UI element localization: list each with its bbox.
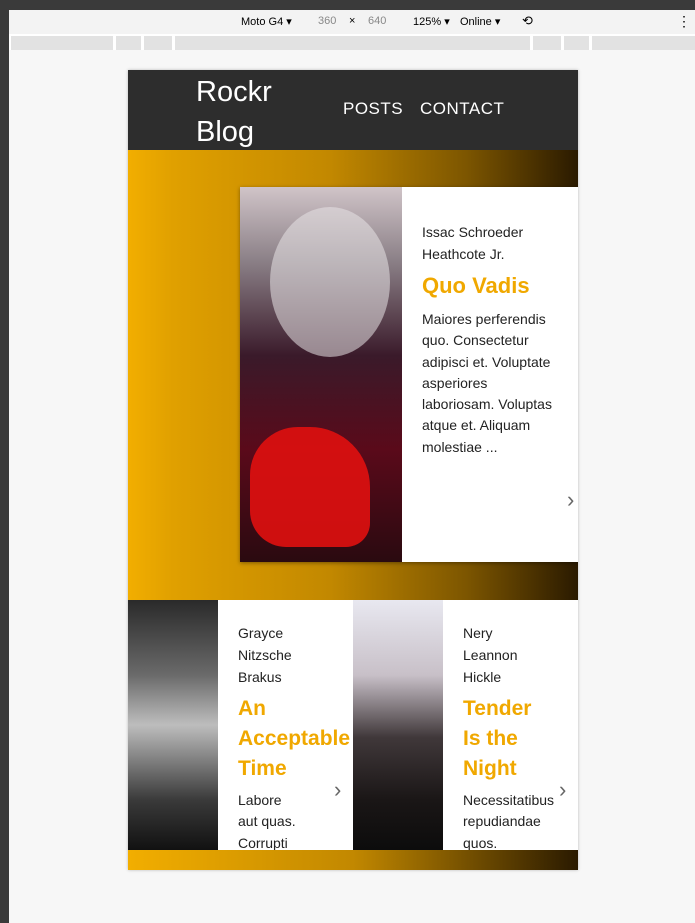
site-logo[interactable]: Rockr Blog <box>196 72 272 152</box>
zoom-value: 125% <box>413 16 442 28</box>
more-vert-icon[interactable]: ⋮ <box>677 13 691 30</box>
post-list: Grayce Nitzsche Brakus An Acceptable Tim… <box>128 600 578 850</box>
featured-section: Issac Schroeder Heathcote Jr. Quo Vadis … <box>128 150 578 600</box>
excerpt-line: Corrupti <box>238 834 288 850</box>
top-frame <box>9 0 695 10</box>
author-line: Heathcote Jr. <box>422 246 505 262</box>
window-frame <box>0 0 9 923</box>
media-query-segment[interactable] <box>144 36 172 50</box>
device-toolbar: Moto G4 ▾ 360 × 640 125% ▾ Online ▾ ⟲ ⋮ <box>9 10 695 50</box>
media-query-segment[interactable] <box>592 36 695 50</box>
post-author: Grayce Nitzsche Brakus <box>238 622 353 688</box>
media-query-segment[interactable] <box>564 36 589 50</box>
post-text: Grayce Nitzsche Brakus An Acceptable Tim… <box>238 622 353 850</box>
excerpt-line: quos. <box>463 834 498 850</box>
author-line: Nery <box>463 625 493 641</box>
network-value: Online <box>460 16 492 28</box>
featured-post-card[interactable]: Issac Schroeder Heathcote Jr. Quo Vadis … <box>240 187 578 562</box>
media-query-segment[interactable] <box>175 36 530 50</box>
chevron-right-icon[interactable]: › <box>334 777 341 803</box>
post-title[interactable]: An Acceptable Time <box>238 694 353 784</box>
media-query-segment[interactable] <box>533 36 561 50</box>
network-select[interactable]: Online ▾ <box>460 15 500 28</box>
author-line: Issac Schroeder <box>422 224 524 240</box>
post-image <box>353 600 443 850</box>
media-query-bar[interactable] <box>9 34 695 50</box>
device-select[interactable]: Moto G4 ▾ <box>241 15 292 28</box>
featured-post-text: Issac Schroeder Heathcote Jr. Quo Vadis … <box>422 221 562 458</box>
post-card[interactable]: Grayce Nitzsche Brakus An Acceptable Tim… <box>128 600 353 850</box>
post-image <box>128 600 218 850</box>
logo-line: Blog <box>196 116 255 148</box>
media-query-segment[interactable] <box>11 36 113 50</box>
excerpt-line: repudiandae <box>463 813 541 830</box>
post-text: Nery Leannon Hickle Tender Is the Night … <box>463 622 578 850</box>
chevron-right-icon[interactable]: › <box>559 777 566 803</box>
dimension-separator: × <box>349 15 356 27</box>
title-line: Acceptable <box>238 727 351 750</box>
device-viewport: Rockr Blog POSTS CONTACT Issac Schroeder… <box>9 50 695 923</box>
image-shape <box>250 427 370 547</box>
site-header: Rockr Blog POSTS CONTACT <box>128 70 578 150</box>
chevron-right-icon[interactable]: › <box>567 487 574 513</box>
rotate-icon[interactable]: ⟲ <box>522 13 533 29</box>
post-title[interactable]: Tender Is the Night <box>463 694 578 784</box>
nav-contact[interactable]: CONTACT <box>420 99 504 119</box>
post-author: Nery Leannon Hickle <box>463 622 578 688</box>
author-line: Nitzsche <box>238 647 292 663</box>
footer-gradient-bar <box>128 850 578 870</box>
media-query-segment[interactable] <box>116 36 141 50</box>
author-line: Brakus <box>238 669 282 685</box>
device-name: Moto G4 <box>241 16 284 28</box>
excerpt-line: aut quas. <box>238 813 296 830</box>
nav-posts[interactable]: POSTS <box>343 99 403 119</box>
post-title[interactable]: Quo Vadis <box>422 271 562 301</box>
featured-post-image <box>240 187 402 562</box>
title-line: Is the <box>463 727 518 750</box>
height-input[interactable]: 640 <box>368 15 386 27</box>
title-line: An <box>238 697 266 720</box>
post-excerpt: Maiores perferendis quo. Consectetur adi… <box>422 311 552 455</box>
width-input[interactable]: 360 <box>318 15 336 27</box>
post-card[interactable]: Nery Leannon Hickle Tender Is the Night … <box>353 600 578 850</box>
zoom-select[interactable]: 125% ▾ <box>413 15 450 28</box>
author-line: Hickle <box>463 669 502 685</box>
blog-page: Rockr Blog POSTS CONTACT Issac Schroeder… <box>128 70 578 870</box>
author-line: Grayce <box>238 625 284 641</box>
logo-line: Rockr <box>196 76 272 108</box>
image-shape <box>270 207 390 357</box>
title-line: Tender <box>463 697 532 720</box>
author-line: Leannon <box>463 647 518 663</box>
post-author: Issac Schroeder Heathcote Jr. <box>422 221 562 265</box>
